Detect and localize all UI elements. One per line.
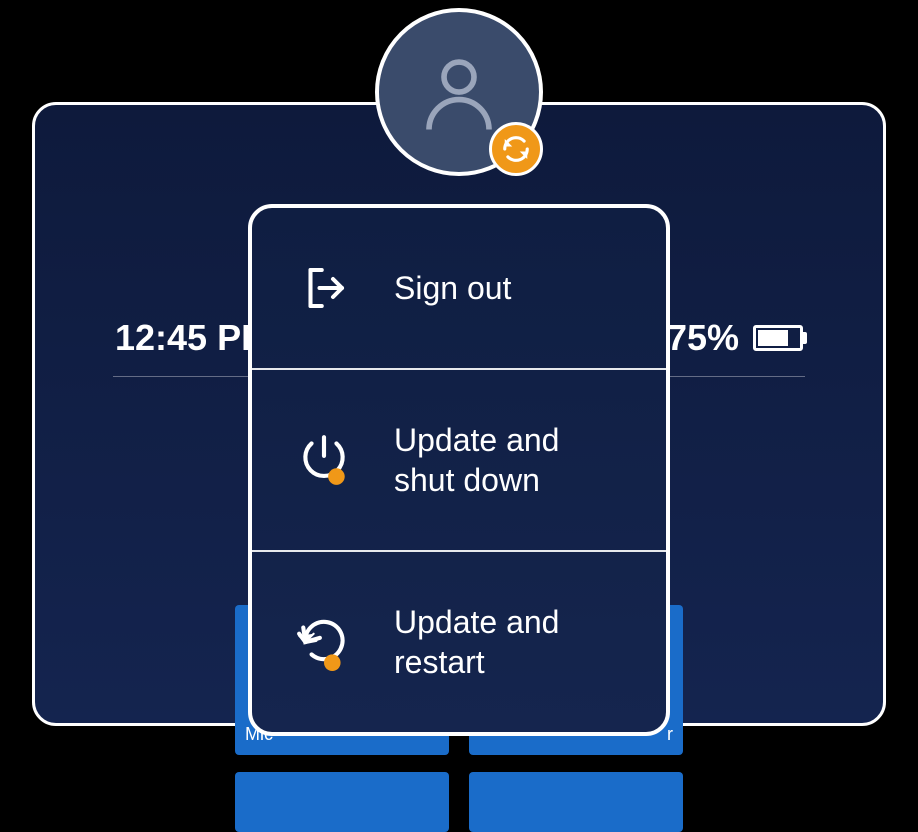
battery-status: 75% — [667, 317, 803, 359]
sign-out-item[interactable]: Sign out — [252, 208, 666, 370]
power-menu: Sign out Update and shut down Update and… — [248, 204, 670, 736]
app-tile[interactable] — [235, 772, 449, 832]
update-shutdown-item[interactable]: Update and shut down — [252, 370, 666, 552]
sync-icon — [501, 134, 531, 164]
tile-label: r — [667, 724, 673, 745]
restart-update-icon — [294, 612, 354, 672]
update-restart-item[interactable]: Update and restart — [252, 552, 666, 732]
sign-out-icon — [294, 258, 354, 318]
person-icon — [414, 47, 504, 137]
app-tile[interactable] — [469, 772, 683, 832]
user-avatar[interactable] — [375, 8, 543, 176]
battery-icon — [753, 325, 803, 351]
user-avatar-container — [375, 8, 543, 176]
sync-badge — [489, 122, 543, 176]
power-update-icon — [294, 430, 354, 490]
sign-out-label: Sign out — [394, 268, 511, 308]
update-restart-label: Update and restart — [394, 602, 624, 682]
app-tiles-row-2 — [235, 772, 683, 832]
battery-percent: 75% — [667, 317, 739, 359]
update-shutdown-label: Update and shut down — [394, 420, 624, 500]
